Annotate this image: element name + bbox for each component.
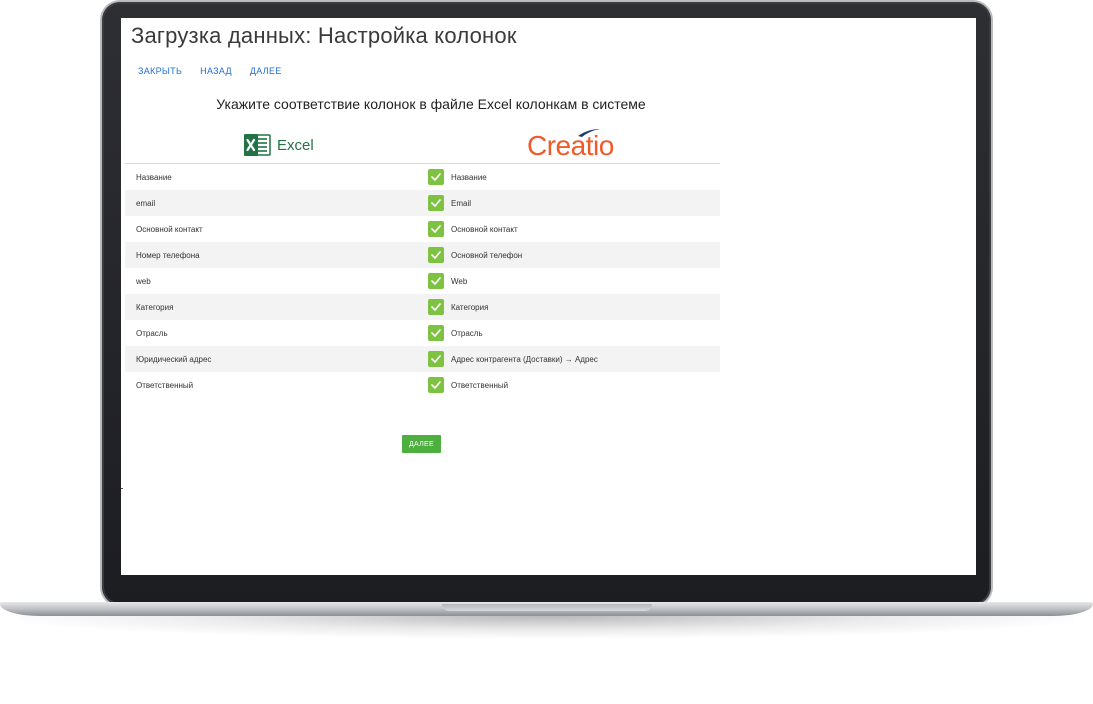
- excel-column-name: Ответственный: [136, 380, 194, 390]
- table-row: email Email: [125, 190, 720, 216]
- system-column-name[interactable]: Web: [451, 277, 467, 286]
- checkmark-icon[interactable]: [428, 325, 444, 341]
- system-column-name[interactable]: Категория: [451, 303, 488, 312]
- creatio-swoosh-icon: [578, 129, 600, 137]
- table-row: Основной контакт Основной контакт: [125, 216, 720, 242]
- excel-label: Excel: [277, 136, 314, 154]
- table-row: Ответственный Ответственный: [125, 372, 720, 398]
- table-row: Категория Категория: [125, 294, 720, 320]
- system-column-name[interactable]: Основной контакт: [451, 225, 518, 234]
- checkmark-icon[interactable]: [428, 169, 444, 185]
- system-column-name[interactable]: Email: [451, 199, 471, 208]
- instruction-text: Укажите соответствие колонок в файле Exc…: [216, 96, 646, 112]
- excel-column-name: Юридический адрес: [136, 354, 212, 364]
- table-row: Название Название: [125, 164, 720, 190]
- checkmark-icon[interactable]: [428, 273, 444, 289]
- close-link[interactable]: ЗАКРЫТЬ: [138, 66, 182, 76]
- next-button[interactable]: ДАЛЕЕ: [402, 435, 441, 453]
- page-title: Загрузка данных: Настройка колонок: [131, 23, 517, 48]
- checkmark-icon[interactable]: [428, 377, 444, 393]
- excel-column-name: Номер телефона: [136, 250, 200, 260]
- table-row: Юридический адрес Адрес контрагента (Дост…: [125, 346, 720, 372]
- checkmark-icon[interactable]: [428, 299, 444, 315]
- table-row: Отрасль Отрасль: [125, 320, 720, 346]
- excel-column-name: Название: [136, 172, 172, 182]
- excel-logo: Excel: [243, 132, 314, 158]
- brand-row: Excel Creatio: [121, 129, 721, 164]
- excel-column-name: web: [136, 276, 151, 286]
- checkmark-icon[interactable]: [428, 351, 444, 367]
- laptop-shadow: [20, 616, 1073, 638]
- excel-icon: [243, 132, 271, 158]
- back-link[interactable]: НАЗАД: [200, 66, 232, 76]
- action-bar: ЗАКРЫТЬ НАЗАД ДАЛЕЕ: [138, 66, 282, 76]
- system-column-name[interactable]: Ответственный: [451, 381, 508, 390]
- table-row: Номер телефона Основной телефон: [125, 242, 720, 268]
- next-link[interactable]: ДАЛЕЕ: [250, 66, 282, 76]
- system-column-name[interactable]: Основной телефон: [451, 251, 522, 260]
- mapping-table: Название Название email Email Основной конта…: [125, 163, 720, 398]
- checkmark-icon[interactable]: [428, 247, 444, 263]
- system-column-name[interactable]: Название: [451, 173, 487, 182]
- divider-mark: [121, 488, 123, 489]
- system-column-name[interactable]: Адрес контрагента (Доставки) → Адрес: [451, 355, 598, 364]
- excel-column-name: Основной контакт: [136, 224, 203, 234]
- laptop-screen: Загрузка данных: Настройка колонок ЗАКРЫ…: [121, 18, 976, 575]
- system-column-name[interactable]: Отрасль: [451, 329, 483, 338]
- excel-column-name: Отрасль: [136, 328, 168, 338]
- laptop-base-notch: [442, 604, 652, 611]
- excel-column-name: email: [136, 198, 156, 208]
- checkmark-icon[interactable]: [428, 221, 444, 237]
- excel-column-name: Категория: [136, 302, 174, 312]
- checkmark-icon[interactable]: [428, 195, 444, 211]
- table-row: web Web: [125, 268, 720, 294]
